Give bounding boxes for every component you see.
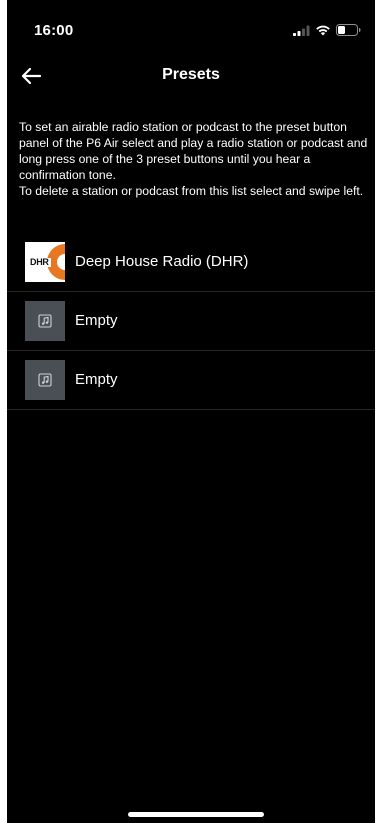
instructions-delete: To delete a station or podcast from this… xyxy=(19,184,364,198)
preset-label: Empty xyxy=(75,371,118,388)
preset-item-1[interactable]: DHR Deep House Radio (DHR) xyxy=(7,233,375,292)
signal-icon xyxy=(293,25,310,36)
status-icons xyxy=(293,23,361,37)
page-title: Presets xyxy=(162,66,220,83)
dhr-logo-text: DHR xyxy=(30,257,49,267)
presets-screen: 16:00 Presets To set an airable radio st… xyxy=(7,0,375,823)
empty-preset-thumb xyxy=(25,301,65,341)
dhr-logo: DHR xyxy=(25,242,65,282)
preset-item-2[interactable]: Empty xyxy=(7,292,375,351)
empty-preset-thumb xyxy=(25,360,65,400)
music-note-icon xyxy=(38,314,52,328)
home-indicator[interactable] xyxy=(128,812,264,817)
music-note-icon xyxy=(38,373,52,387)
instructions-text: To set an airable radio station or podca… xyxy=(19,119,371,199)
preset-item-3[interactable]: Empty xyxy=(7,351,375,410)
nav-bar: Presets xyxy=(7,58,375,94)
status-time: 16:00 xyxy=(34,22,74,39)
wifi-icon xyxy=(316,25,330,36)
battery-icon xyxy=(336,24,361,36)
preset-label: Deep House Radio (DHR) xyxy=(75,253,249,270)
preset-label: Empty xyxy=(75,312,118,329)
preset-list: DHR Deep House Radio (DHR) Empty Empty xyxy=(7,233,375,410)
status-bar: 16:00 xyxy=(7,0,375,50)
instructions-set: To set an airable radio station or podca… xyxy=(19,120,368,182)
